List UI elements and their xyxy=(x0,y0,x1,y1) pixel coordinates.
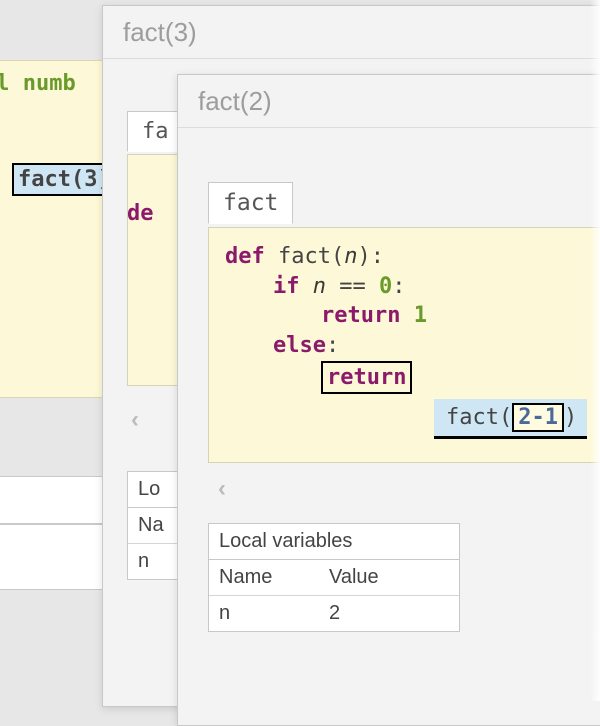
current-step-highlight: return xyxy=(321,361,412,395)
locals-row-name: n xyxy=(209,596,319,631)
right-edge-fade xyxy=(590,0,600,701)
locals-row: n 2 xyxy=(209,596,459,631)
background-locals-body-fragment xyxy=(0,524,112,590)
stack-frame-panel-fact2[interactable]: fact(2) fact def fact(n): if n == 0: ret… xyxy=(177,74,600,726)
locals-header: Name Value xyxy=(209,560,459,596)
code-line-else: else: xyxy=(225,331,600,361)
code-line-return-2: return xyxy=(225,361,600,395)
frame-title-fact3: fact(3) xyxy=(103,6,600,59)
code-line-def: def fact(n): xyxy=(225,242,600,272)
callout-fn: fact xyxy=(446,405,499,430)
code-tab-fact2[interactable]: fact xyxy=(208,182,293,224)
code-line-if: if n == 0: xyxy=(225,272,600,302)
locals-row-value: 2 xyxy=(319,596,459,631)
frame-title-fact2: fact(2) xyxy=(178,75,600,128)
background-locals-title-fragment xyxy=(0,476,112,524)
code-tab-fact3[interactable]: fa xyxy=(127,111,184,152)
locals-title: Local variables xyxy=(209,524,459,560)
locals-head-name: Name xyxy=(209,560,319,596)
recursive-call-chip[interactable]: fact(2-1) xyxy=(434,399,587,436)
local-variables-pane-fact2: Local variables Name Value n 2 xyxy=(208,523,460,632)
background-code-fragment: al numb xyxy=(0,71,76,96)
locals-head-value: Value xyxy=(319,560,459,596)
chevron-left-icon[interactable]: ‹ xyxy=(131,406,139,434)
code-line-return-1: return 1 xyxy=(225,301,600,331)
callout-arg-box: 2-1 xyxy=(512,403,564,432)
chevron-left-icon[interactable]: ‹ xyxy=(218,475,226,503)
background-call-chip: fact(3) xyxy=(12,163,117,196)
code-fragment-fact3: de xyxy=(127,201,154,226)
